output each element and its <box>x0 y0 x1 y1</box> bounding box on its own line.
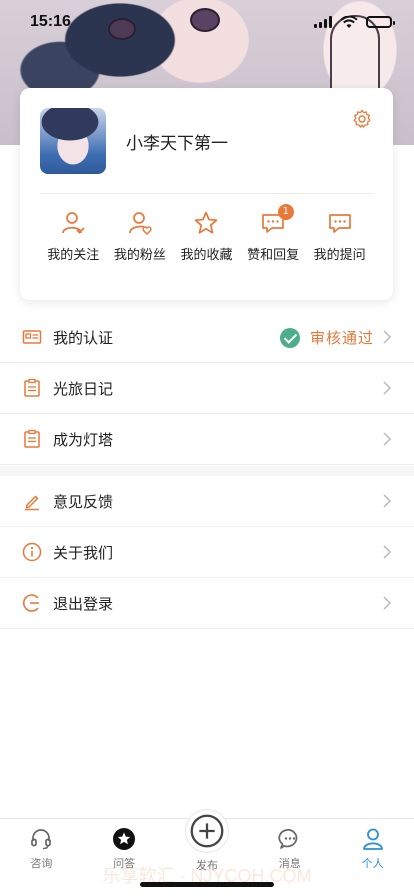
action-my-favorites[interactable]: 我的收藏 <box>173 210 240 263</box>
person-icon <box>362 828 383 850</box>
clipboard-icon <box>24 429 40 448</box>
action-label: 赞和回复 <box>247 248 300 263</box>
menu-item-become-lighthouse[interactable]: 成为灯塔 <box>0 414 414 465</box>
logout-icon <box>23 594 39 612</box>
chevron-right-icon <box>383 432 392 446</box>
pencil-icon <box>25 495 39 511</box>
clipboard-icon <box>24 378 40 397</box>
menu-item-label: 意见反馈 <box>53 492 114 511</box>
profile-actions: 我的关注 我的粉丝 我的收藏 1 赞和回复 我的提问 <box>40 204 373 263</box>
menu-item-feedback[interactable]: 意见反馈 <box>0 476 414 527</box>
star-circle-icon <box>113 828 136 850</box>
star-icon <box>195 211 218 234</box>
id-card-icon <box>22 330 42 344</box>
username: 小李天下第一 <box>126 134 228 154</box>
chevron-right-icon <box>383 545 392 559</box>
menu-item-logout[interactable]: 退出登录 <box>0 578 414 629</box>
menu-item-label: 关于我们 <box>53 543 114 562</box>
menu-item-about-us[interactable]: 关于我们 <box>0 527 414 578</box>
status-time: 15:16 <box>30 13 71 30</box>
info-icon <box>22 542 42 562</box>
action-my-questions[interactable]: 我的提问 <box>306 210 373 263</box>
user-heart-icon <box>129 212 152 236</box>
tab-profile[interactable]: 个人 <box>343 827 403 896</box>
battery-icon <box>366 16 395 28</box>
action-label: 我的收藏 <box>180 248 233 263</box>
chevron-right-icon <box>383 494 392 508</box>
verification-status: 审核通过 <box>279 327 374 348</box>
menu-item-certification[interactable]: 我的认证 审核通过 <box>0 312 414 363</box>
menu-item-label: 光旅日记 <box>53 379 114 398</box>
action-likes-replies[interactable]: 1 赞和回复 <box>240 204 307 263</box>
avatar[interactable] <box>40 108 106 174</box>
headset-icon <box>31 829 52 850</box>
question-bubble-icon <box>328 214 351 233</box>
notification-badge: 1 <box>277 204 294 220</box>
action-label: 我的关注 <box>47 248 100 263</box>
verification-status-text: 审核通过 <box>309 329 374 347</box>
tab-label: 发布 <box>195 859 218 872</box>
tab-label: 问答 <box>113 857 136 870</box>
settings-gear-icon[interactable] <box>351 108 373 130</box>
chat-icon <box>278 829 298 849</box>
chevron-right-icon <box>383 381 392 395</box>
plus-circle-icon <box>184 809 229 853</box>
action-my-follows[interactable]: 我的关注 <box>40 210 107 263</box>
tab-label: 咨询 <box>30 857 53 870</box>
menu-group-account: 我的认证 审核通过 光旅日记 成为灯塔 <box>0 312 414 465</box>
user-follow-icon <box>62 212 85 234</box>
check-circle-icon <box>279 327 300 348</box>
section-separator <box>0 466 414 476</box>
action-label: 我的粉丝 <box>113 248 166 263</box>
menu-item-label: 我的认证 <box>53 328 114 347</box>
menu-group-general: 意见反馈 关于我们 退出登录 <box>0 476 414 629</box>
tab-consult[interactable]: 咨询 <box>11 827 71 896</box>
chevron-right-icon <box>383 596 392 610</box>
tab-label: 个人 <box>361 857 384 870</box>
menu-item-light-journey-diary[interactable]: 光旅日记 <box>0 363 414 414</box>
profile-card: 小李天下第一 我的关注 我的粉丝 我的收藏 1 赞和回复 我的提问 <box>20 88 393 300</box>
status-bar: 15:16 <box>0 0 414 44</box>
chevron-right-icon <box>383 330 392 344</box>
tab-label: 消息 <box>278 857 301 870</box>
home-indicator <box>140 882 274 887</box>
action-label: 我的提问 <box>313 248 366 263</box>
cellular-signal-icon <box>314 16 332 28</box>
card-divider <box>40 193 373 194</box>
action-my-fans[interactable]: 我的粉丝 <box>107 210 174 263</box>
wifi-icon <box>340 15 358 28</box>
menu-item-label: 退出登录 <box>53 594 114 613</box>
menu-item-label: 成为灯塔 <box>53 430 114 449</box>
